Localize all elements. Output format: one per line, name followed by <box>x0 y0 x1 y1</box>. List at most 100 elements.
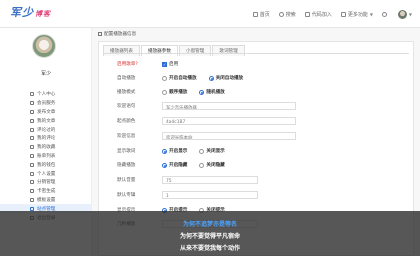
sidebar-item-label: 发布文章 <box>37 109 56 115</box>
site-logo[interactable]: 军少博客 <box>10 4 51 20</box>
hide-player-label: 隐藏播放 <box>117 163 136 168</box>
greeting-label: 欢迎语句 <box>117 104 136 109</box>
nav-bell[interactable] <box>381 12 389 17</box>
sidebar-item-card-key[interactable]: 卡密生成 <box>0 187 92 196</box>
welcome-input[interactable]: 欢迎光临本站 <box>162 132 296 140</box>
row-hide-player: 隐藏播放 开启隐藏 关闭隐藏 <box>117 161 237 169</box>
playmode-sequential-radio[interactable]: 顺序播放 <box>162 89 187 95</box>
start-color-input[interactable]: 4a4c1B7 <box>162 117 296 125</box>
sidebar-item-commented[interactable]: 评论过的 <box>0 125 92 134</box>
radio-dot <box>199 148 205 154</box>
breadcrumb: 配置播放器信息 <box>98 31 136 37</box>
sidebar-item-publish[interactable]: 发布文章 <box>0 108 92 117</box>
sidebar-item-label: 我的评论 <box>37 136 56 142</box>
user-menu[interactable]: ▼ <box>397 10 412 19</box>
check-icon: ✓ <box>162 61 167 67</box>
bell-icon <box>381 12 387 17</box>
autoplay-off-radio[interactable]: 关闭自动播放 <box>208 75 244 81</box>
nav-home[interactable]: 首页 <box>252 11 270 18</box>
document-icon <box>30 118 34 123</box>
sidebar-item-my-articles[interactable]: 我的文章 <box>0 116 92 125</box>
default-track-input[interactable]: 1 <box>162 191 258 199</box>
nav-more-label: 更多功能 <box>347 12 368 18</box>
sidebar-item-label: 我的钱包 <box>37 162 56 168</box>
playmode-label: 播放模式 <box>117 90 136 95</box>
sidebar-item-label: 个人中心 <box>37 92 56 98</box>
show-lyrics-on-radio[interactable]: 开启显示 <box>162 148 187 154</box>
sidebar-menu: 个人中心 会员服务 发布文章 我的文章 评论过的 我的评论 我的收藏 账单列表 … <box>0 90 92 222</box>
radio-dot <box>162 162 167 168</box>
radio-dot <box>162 75 167 81</box>
profile-avatar[interactable] <box>32 34 56 58</box>
top-nav: 首页 搜索 代码加入 更多功能 ▼ ▼ <box>244 10 412 19</box>
settings-icon <box>98 32 102 36</box>
subtitle-line-2: 为何不要觉得平凡宿命 <box>179 233 240 240</box>
subtitle-line-1: 为何不追梦亦是等名 <box>182 221 237 228</box>
list-icon <box>30 153 34 158</box>
tab-mini-window[interactable]: 小窗管理 <box>178 45 212 56</box>
edit-icon <box>30 109 34 114</box>
sidebar-item-membership[interactable]: 会员服务 <box>0 99 92 108</box>
nav-more[interactable]: 更多功能 ▼ <box>340 11 373 18</box>
sidebar-item-bills[interactable]: 账单列表 <box>0 152 92 161</box>
comment-icon <box>30 127 34 132</box>
start-color-label: 起点颜色 <box>117 119 136 124</box>
radio-dot <box>199 162 205 168</box>
star-icon <box>30 145 34 150</box>
hide-player-on-radio[interactable]: 开启隐藏 <box>162 162 187 168</box>
home-icon <box>252 12 258 17</box>
message-icon <box>30 136 34 141</box>
default-volume-label: 默认音量 <box>117 178 136 183</box>
enable-checkbox[interactable]: ✓ 启用 <box>162 61 178 67</box>
row-welcome: 欢迎信息 欢迎光临本站 <box>117 132 296 140</box>
autoplay-on-label: 开启自动播放 <box>169 76 197 81</box>
sidebar-item-label: 模板设置 <box>37 197 56 203</box>
tab-player-params[interactable]: 播放器参数 <box>140 45 178 56</box>
playmode-sequential-label: 顺序播放 <box>169 90 188 95</box>
tab-player-list[interactable]: 播放器列表 <box>103 45 140 56</box>
breadcrumb-text: 配置播放器信息 <box>104 32 137 37</box>
autoplay-on-radio[interactable]: 开启自动播放 <box>162 75 197 81</box>
logo-sub-text: 博客 <box>35 9 51 18</box>
default-track-label: 默认专辑 <box>117 193 136 198</box>
tab-lyrics[interactable]: 歌词管理 <box>212 45 245 56</box>
template-icon <box>30 197 34 202</box>
sidebar-item-label: 我的文章 <box>37 118 56 124</box>
radio-dot <box>208 75 214 81</box>
sidebar-item-favorites[interactable]: 我的收藏 <box>0 143 92 152</box>
hide-player-off-radio[interactable]: 关闭隐藏 <box>199 162 225 168</box>
sidebar-item-my-comments[interactable]: 我的评论 <box>0 134 92 143</box>
sidebar-item-label: 会员服务 <box>37 101 56 107</box>
enable-label: 启用歌单? <box>117 62 138 67</box>
nav-code-label: 代码加入 <box>311 12 332 18</box>
nav-search[interactable]: 搜索 <box>278 11 296 18</box>
sidebar-item-profile[interactable]: 个人中心 <box>0 90 92 99</box>
avatar <box>397 10 407 19</box>
sidebar-item-distribution[interactable]: 分销管理 <box>0 178 92 187</box>
tab-bar: 播放器列表 播放器参数 小窗管理 歌词管理 <box>103 45 246 56</box>
row-start-color: 起点颜色 4a4c1B7 <box>117 117 296 125</box>
sidebar-item-label: 分销管理 <box>37 180 56 186</box>
row-playmode: 播放模式 顺序播放 随机播放 <box>117 88 237 96</box>
autoplay-off-label: 关闭自动播放 <box>215 76 244 81</box>
greeting-input[interactable]: 军少音乐播放器 <box>162 102 296 110</box>
nav-search-label: 搜索 <box>285 12 296 18</box>
grid-icon <box>340 12 346 17</box>
row-default-track: 默认专辑 1 <box>117 191 258 199</box>
sidebar-item-wallet[interactable]: 我的钱包 <box>0 160 92 169</box>
playmode-random-radio[interactable]: 随机播放 <box>199 89 225 95</box>
row-greeting: 欢迎语句 军少音乐播放器 <box>117 102 296 110</box>
welcome-label: 欢迎信息 <box>117 134 136 139</box>
user-icon <box>30 92 34 97</box>
row-enable: 启用歌单? ✓ 启用 <box>117 60 178 68</box>
sidebar-item-label: 个人设置 <box>37 171 56 177</box>
nav-code[interactable]: 代码加入 <box>304 11 332 18</box>
chevron-down-icon: ▼ <box>408 12 412 17</box>
radio-dot <box>162 148 167 154</box>
show-lyrics-off-radio[interactable]: 关闭显示 <box>199 148 225 154</box>
enable-option-label: 启用 <box>169 62 179 67</box>
sidebar-item-template[interactable]: 模板设置 <box>0 196 92 205</box>
default-volume-input[interactable]: 75 <box>162 176 258 184</box>
row-default-volume: 默认音量 75 <box>117 176 258 184</box>
sidebar-item-settings[interactable]: 个人设置 <box>0 169 92 178</box>
